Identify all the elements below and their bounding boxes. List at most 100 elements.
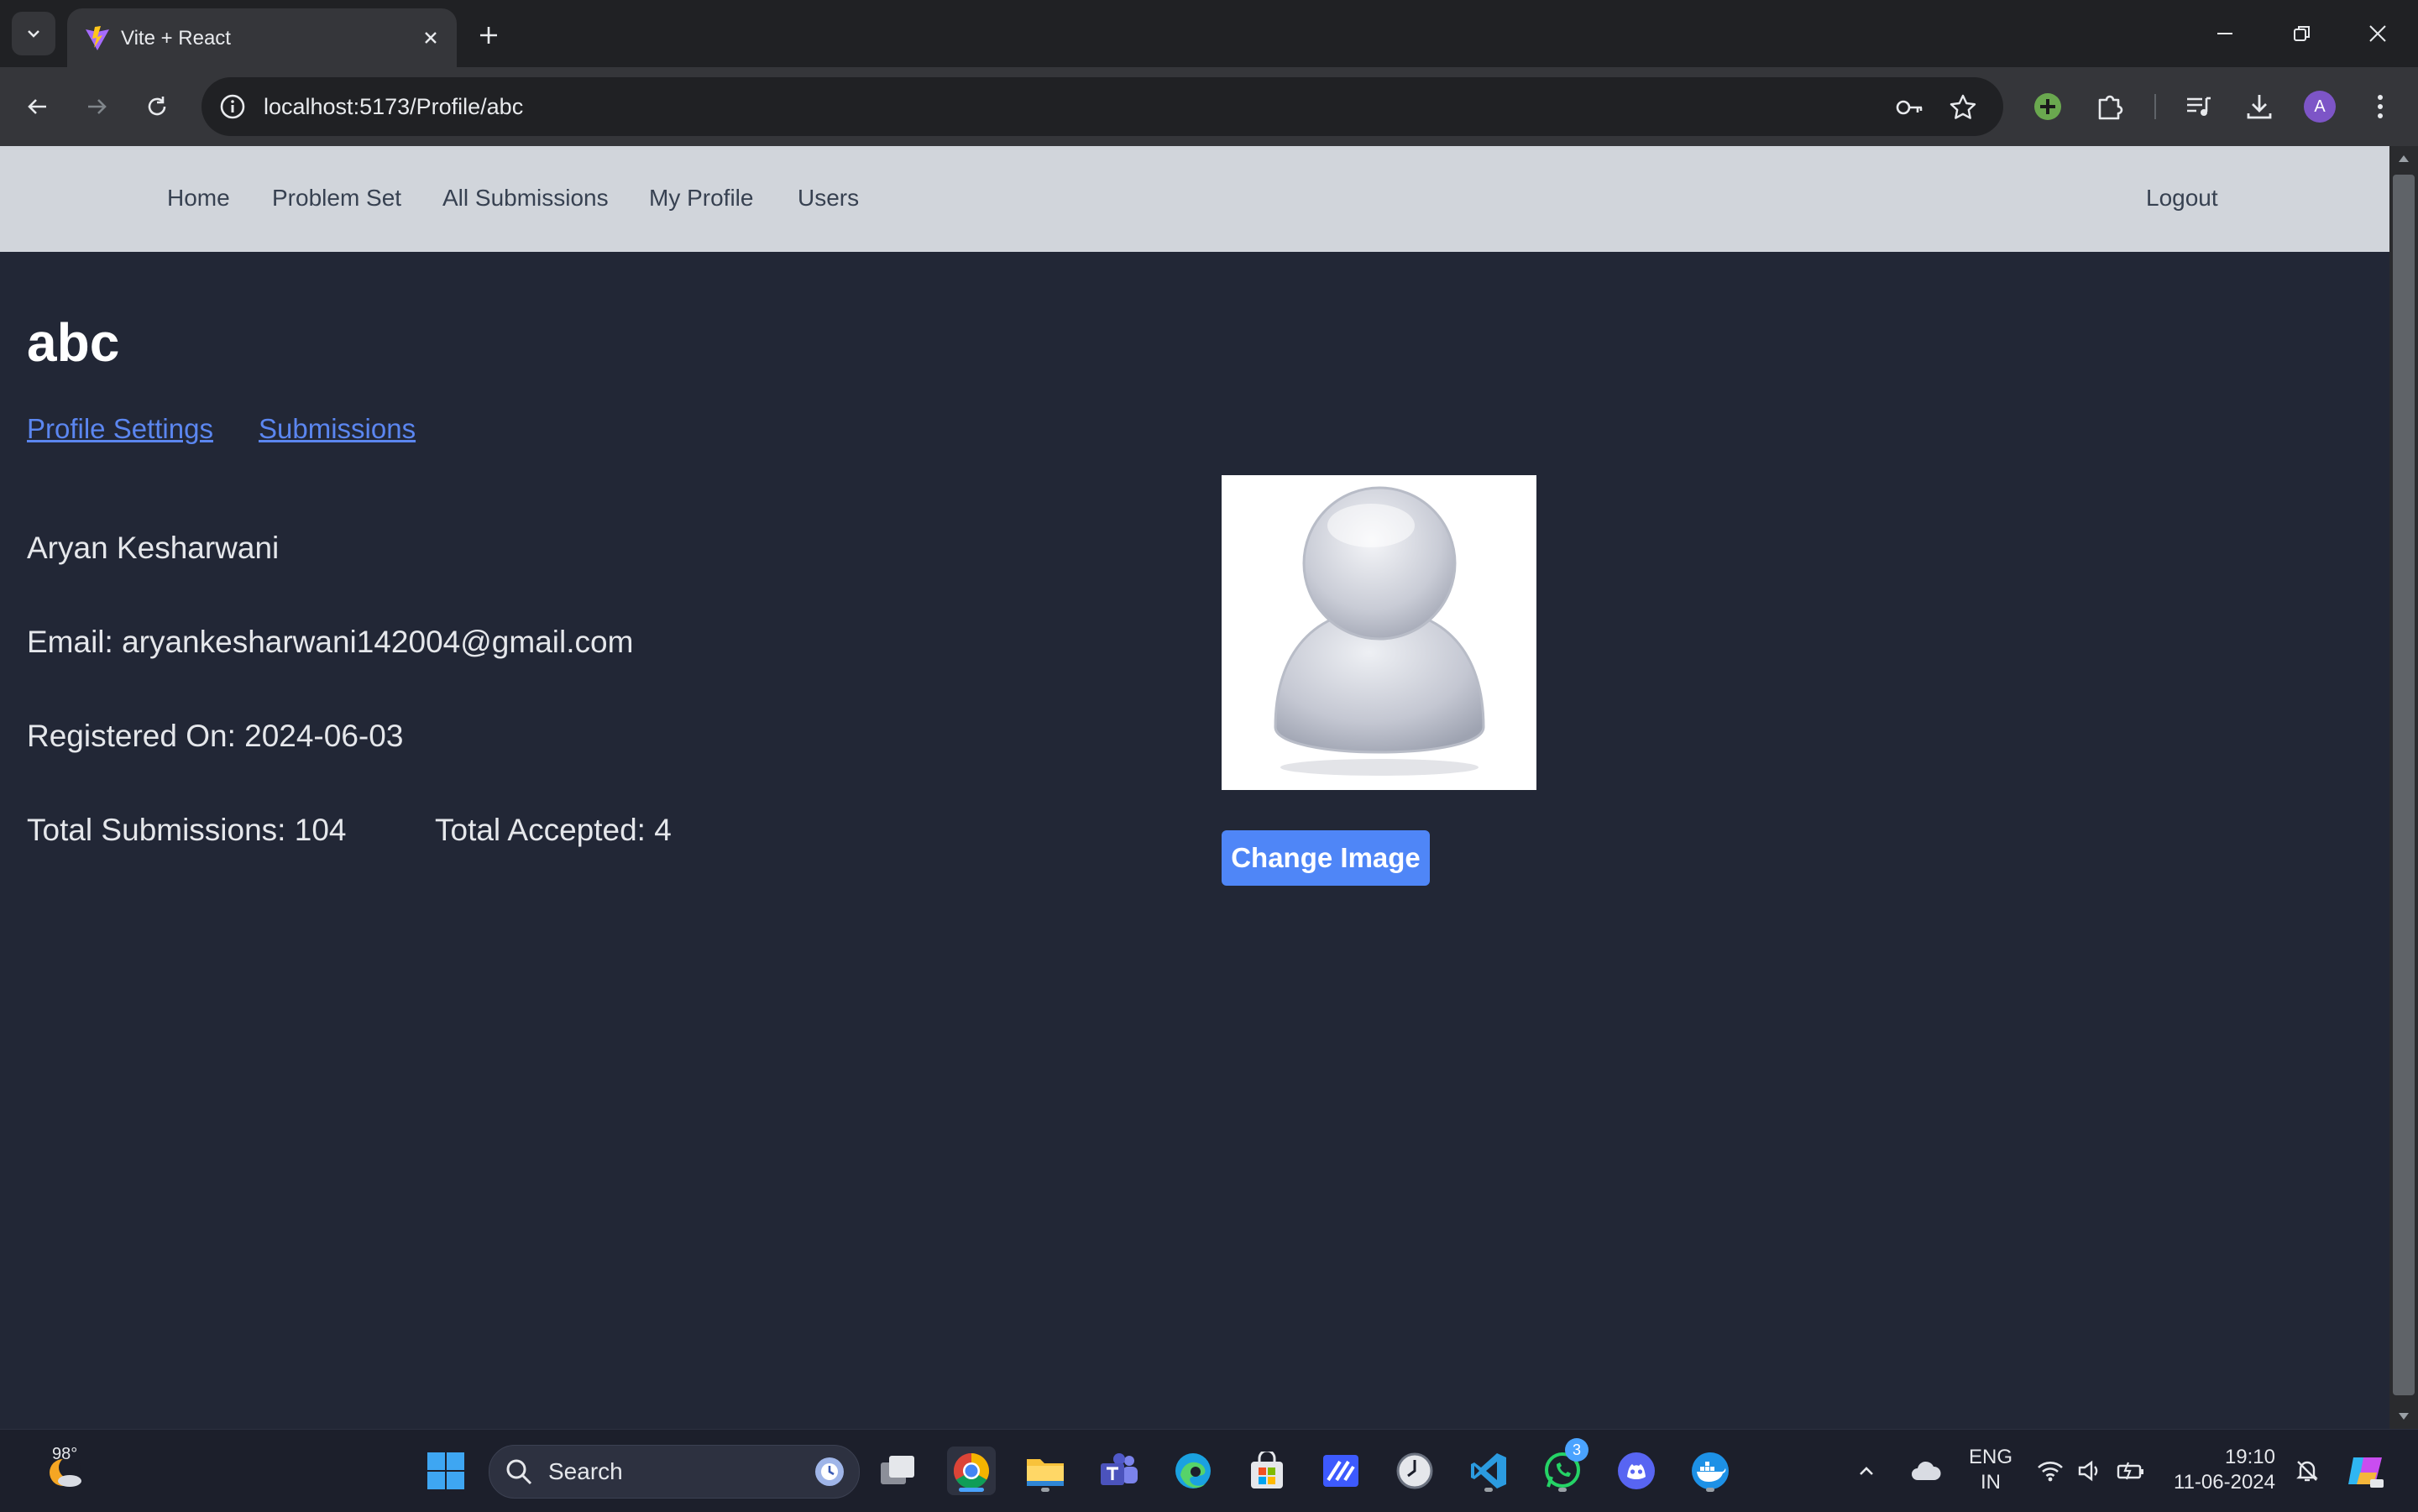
lang-line1: ENG	[1968, 1446, 2012, 1468]
default-user-icon	[1274, 486, 1485, 776]
slash-app-icon	[1323, 1455, 1358, 1487]
profile-full-name: Aryan Kesharwani	[27, 531, 280, 565]
plus-icon	[480, 27, 497, 44]
lang-line2: IN	[1981, 1471, 2001, 1494]
scroll-up-button[interactable]	[2389, 146, 2418, 171]
running-indicator	[1706, 1488, 1714, 1492]
edge-button[interactable]	[1169, 1447, 1217, 1495]
bookmark-button[interactable]	[1948, 92, 1978, 123]
browser-toolbar: localhost:5173/Profile/abc A	[0, 67, 2418, 146]
search-highlight-icon	[815, 1457, 844, 1486]
tab-profile-settings[interactable]: Profile Settings	[27, 411, 213, 447]
scroll-thumb[interactable]	[2393, 175, 2415, 1395]
scroll-down-button[interactable]	[2389, 1404, 2418, 1429]
start-button[interactable]	[421, 1447, 470, 1495]
page-scrollbar[interactable]	[2389, 146, 2418, 1429]
change-image-button[interactable]: Change Image	[1222, 830, 1430, 886]
clock-date[interactable]: 19:10 11-06-2024	[2164, 1445, 2282, 1497]
running-indicator	[1558, 1488, 1567, 1492]
profile-avatar-icon: A	[2304, 91, 2336, 123]
profile-registered-date: Registered On: 2024-06-03	[27, 719, 404, 753]
profile-total-submissions: Total Submissions: 104	[27, 813, 347, 847]
vite-logo-icon	[86, 26, 109, 50]
extension-green-button[interactable]	[2028, 87, 2067, 126]
bell-off-icon	[2296, 1461, 2318, 1482]
vscode-button[interactable]	[1464, 1447, 1513, 1495]
nav-users[interactable]: Users	[798, 183, 859, 213]
reload-icon	[148, 97, 166, 116]
restore-icon	[2294, 26, 2310, 41]
url-text[interactable]: localhost:5173/Profile/abc	[264, 92, 523, 121]
file-explorer-button[interactable]	[1021, 1447, 1070, 1495]
taskbar: 98° Search 3 ENG IN 19:10 11-06-2024	[0, 1429, 2418, 1512]
clock-date-text: 11-06-2024	[2174, 1471, 2275, 1494]
copilot-icon	[2348, 1457, 2384, 1488]
teams-button[interactable]	[1095, 1447, 1144, 1495]
language-indicator[interactable]: ENG IN	[1961, 1445, 2020, 1497]
browser-tab[interactable]: Vite + React	[67, 8, 457, 67]
download-icon	[2247, 95, 2272, 119]
discord-button[interactable]	[1612, 1447, 1661, 1495]
nav-problem-set[interactable]: Problem Set	[272, 183, 401, 213]
toolbar-separator	[2154, 94, 2156, 119]
taskbar-search[interactable]: Search	[489, 1445, 860, 1499]
windows-logo-icon	[427, 1452, 464, 1489]
battery-status[interactable]	[2112, 1447, 2149, 1495]
task-view-button[interactable]	[873, 1447, 922, 1495]
wifi-status[interactable]	[2032, 1447, 2069, 1495]
profile-email: Email: aryankesharwani142004@gmail.com	[27, 625, 634, 659]
nav-home[interactable]: Home	[167, 183, 230, 213]
cloud-icon	[1912, 1461, 1941, 1480]
back-button[interactable]	[17, 86, 59, 128]
copilot-button[interactable]	[2339, 1447, 2391, 1495]
task-view-icon	[881, 1456, 914, 1484]
profile-button[interactable]: A	[2300, 87, 2339, 126]
forward-button[interactable]	[76, 86, 118, 128]
close-window-button[interactable]	[2353, 15, 2403, 52]
site-info-button[interactable]	[218, 92, 247, 121]
chrome-taskbar-button[interactable]	[947, 1447, 996, 1495]
media-control-button[interactable]	[2180, 87, 2218, 126]
weather-widget[interactable]: 98°	[29, 1445, 104, 1495]
battery-icon	[2117, 1462, 2143, 1480]
downloads-button[interactable]	[2240, 87, 2279, 126]
info-icon	[220, 94, 245, 119]
notification-settings-button[interactable]	[2289, 1447, 2326, 1495]
browser-menu-button[interactable]	[2361, 87, 2400, 126]
onedrive-button[interactable]	[1902, 1447, 1950, 1495]
arrow-right-icon	[88, 99, 107, 114]
running-indicator	[959, 1488, 984, 1492]
clock-time: 19:10	[2224, 1446, 2275, 1468]
restore-button[interactable]	[2277, 15, 2327, 52]
app-navbar: Home Problem Set All Submissions My Prof…	[0, 146, 2389, 252]
nav-logout[interactable]: Logout	[2146, 183, 2218, 213]
running-indicator	[1041, 1488, 1049, 1492]
volume-status[interactable]	[2072, 1447, 2109, 1495]
tab-close-button[interactable]	[418, 25, 443, 50]
show-hidden-icons-button[interactable]	[1847, 1447, 1886, 1495]
edge-icon	[1175, 1453, 1211, 1488]
app-slash-button[interactable]	[1316, 1447, 1365, 1495]
docker-button[interactable]	[1686, 1447, 1735, 1495]
avatar	[1222, 475, 1536, 790]
nav-all-submissions[interactable]: All Submissions	[442, 183, 609, 213]
microsoft-store-button[interactable]	[1243, 1447, 1291, 1495]
tab-title: Vite + React	[121, 27, 231, 50]
new-tab-button[interactable]	[472, 18, 505, 52]
tab-submissions[interactable]: Submissions	[259, 411, 416, 447]
address-bar[interactable]: localhost:5173/Profile/abc	[202, 77, 2003, 136]
vscode-icon	[1471, 1453, 1506, 1488]
password-key-button[interactable]	[1894, 92, 1924, 123]
tab-search-button[interactable]	[12, 12, 55, 55]
key-icon	[1896, 100, 1923, 115]
minimize-icon	[2217, 33, 2232, 34]
extensions-button[interactable]	[2091, 87, 2129, 126]
nav-my-profile[interactable]: My Profile	[649, 183, 753, 213]
whatsapp-button[interactable]: 3	[1538, 1438, 1588, 1495]
browser-tab-bar: Vite + React	[0, 0, 2418, 67]
minimize-button[interactable]	[2200, 15, 2250, 52]
clock-app-button[interactable]	[1390, 1447, 1439, 1495]
puzzle-icon	[2098, 95, 2123, 120]
reload-button[interactable]	[136, 86, 178, 128]
arrow-left-icon	[28, 99, 46, 114]
